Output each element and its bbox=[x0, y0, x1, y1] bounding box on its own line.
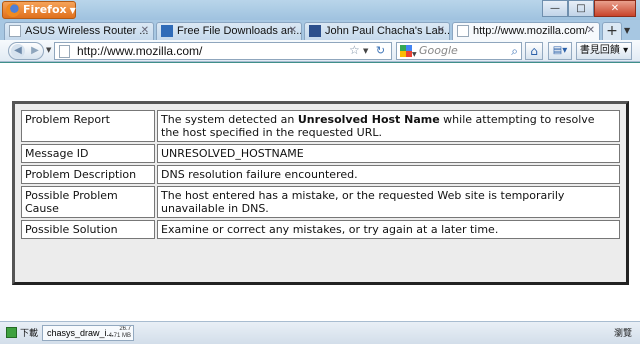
value-text: The system detected an bbox=[161, 113, 298, 126]
tab-mozilla[interactable]: http://www.mozilla.com/ ✕ bbox=[452, 22, 600, 40]
home-icon: ⌂ bbox=[530, 44, 538, 58]
firefox-menu-label: Firefox bbox=[23, 3, 67, 16]
downloads-icon[interactable] bbox=[6, 327, 17, 338]
navigation-bar: ◀ ▶ ▼ http://www.mozilla.com/ bbox=[0, 40, 640, 62]
tab-label: Free File Downloads an... bbox=[177, 25, 302, 37]
history-dropdown-icon[interactable]: ▼ bbox=[46, 46, 51, 54]
address-url: http://www.mozilla.com/ bbox=[77, 44, 203, 58]
download-meta: 26.7 4.71 MB bbox=[109, 326, 131, 340]
download-speed: 26.7 bbox=[119, 326, 131, 332]
row-label: Problem Description bbox=[21, 165, 155, 184]
row-label: Possible Problem Cause bbox=[21, 186, 155, 218]
table-row: Possible Problem Cause The host entered … bbox=[21, 186, 620, 218]
page-icon bbox=[457, 25, 469, 37]
url-dropdown-icon[interactable]: ▼ bbox=[363, 47, 368, 55]
table-row: Message ID UNRESOLVED_HOSTNAME bbox=[21, 144, 620, 163]
forward-arrow-icon[interactable]: ▶ bbox=[28, 44, 42, 58]
tab-list-chevron-icon[interactable]: ▼ bbox=[624, 26, 630, 35]
page-content: Problem Report The system detected an Un… bbox=[0, 63, 640, 321]
page-icon bbox=[59, 45, 70, 58]
back-arrow-icon[interactable]: ◀ bbox=[11, 44, 25, 58]
close-tab-icon[interactable]: ✕ bbox=[437, 23, 445, 39]
row-label: Problem Report bbox=[21, 110, 155, 142]
title-bar: Firefox ▼ — □ ✕ bbox=[0, 0, 640, 20]
downloads-label[interactable]: 下載 bbox=[20, 326, 38, 339]
download-filename: chasys_draw_i... bbox=[47, 328, 115, 338]
back-forward-buttons: ◀ ▶ bbox=[8, 42, 44, 60]
search-input[interactable]: ▼ Google ⌕ bbox=[396, 42, 522, 60]
row-value: UNRESOLVED_HOSTNAME bbox=[157, 144, 620, 163]
tab-bar: ASUS Wireless Router ... ✕ Free File Dow… bbox=[0, 20, 640, 40]
close-tab-icon[interactable]: ✕ bbox=[141, 23, 149, 39]
row-label: Message ID bbox=[21, 144, 155, 163]
row-value: The host entered has a mistake, or the r… bbox=[157, 186, 620, 218]
reload-icon[interactable]: ↻ bbox=[374, 44, 387, 57]
firefox-logo-icon bbox=[6, 3, 20, 17]
table-row: Possible Solution Examine or correct any… bbox=[21, 220, 620, 239]
tab-john-paul-chacha[interactable]: John Paul Chacha's Lab... ✕ bbox=[304, 22, 450, 40]
close-tab-icon[interactable]: ✕ bbox=[289, 23, 297, 39]
table-row: Problem Report The system detected an Un… bbox=[21, 110, 620, 142]
search-placeholder: Google bbox=[419, 44, 458, 57]
firefox-menu-button[interactable]: Firefox ▼ bbox=[2, 1, 76, 19]
row-value: The system detected an Unresolved Host N… bbox=[157, 110, 620, 142]
lab-site-icon bbox=[309, 25, 321, 37]
bookmarks-icon: ▤▾ bbox=[552, 45, 568, 56]
engine-dropdown-icon[interactable]: ▼ bbox=[412, 47, 417, 63]
maximize-button[interactable]: □ bbox=[568, 0, 594, 17]
close-window-button[interactable]: ✕ bbox=[594, 0, 636, 17]
new-tab-button[interactable]: + bbox=[602, 22, 622, 40]
bookmarks-button[interactable]: ▤▾ bbox=[548, 42, 572, 60]
downloads-site-icon bbox=[161, 25, 173, 37]
page-icon bbox=[9, 25, 21, 37]
search-magnifier-icon[interactable]: ⌕ bbox=[511, 43, 518, 59]
row-value: Examine or correct any mistakes, or try … bbox=[157, 220, 620, 239]
status-right-label[interactable]: 瀏覽 bbox=[614, 326, 632, 339]
download-item[interactable]: chasys_draw_i... 26.7 4.71 MB bbox=[42, 325, 134, 341]
value-highlight: Unresolved Host Name bbox=[297, 113, 440, 126]
bookmark-star-icon[interactable]: ☆ bbox=[349, 43, 360, 57]
window-controls: — □ ✕ bbox=[542, 0, 636, 18]
table-row: Problem Description DNS resolution failu… bbox=[21, 165, 620, 184]
tab-free-file-downloads[interactable]: Free File Downloads an... ✕ bbox=[156, 22, 302, 40]
download-size: 4.71 MB bbox=[108, 333, 131, 339]
status-bar: 下載 chasys_draw_i... 26.7 4.71 MB 瀏覽 bbox=[0, 321, 640, 344]
row-value: DNS resolution failure encountered. bbox=[157, 165, 620, 184]
minimize-button[interactable]: — bbox=[542, 0, 568, 17]
address-bar[interactable]: http://www.mozilla.com/ bbox=[54, 42, 392, 60]
chevron-down-icon: ▼ bbox=[69, 6, 76, 15]
feedback-menu-button[interactable]: 書見回饋 ▾ bbox=[576, 42, 632, 60]
close-tab-icon[interactable]: ✕ bbox=[587, 23, 595, 39]
tab-label: ASUS Wireless Router ... bbox=[25, 25, 149, 37]
error-report-table: Problem Report The system detected an Un… bbox=[12, 101, 629, 285]
row-label: Possible Solution bbox=[21, 220, 155, 239]
home-button[interactable]: ⌂ bbox=[525, 42, 543, 60]
google-icon bbox=[400, 45, 412, 57]
tab-label: John Paul Chacha's Lab... bbox=[325, 25, 450, 37]
tab-label: http://www.mozilla.com/ bbox=[473, 25, 588, 37]
tab-asus-router[interactable]: ASUS Wireless Router ... ✕ bbox=[4, 22, 154, 40]
